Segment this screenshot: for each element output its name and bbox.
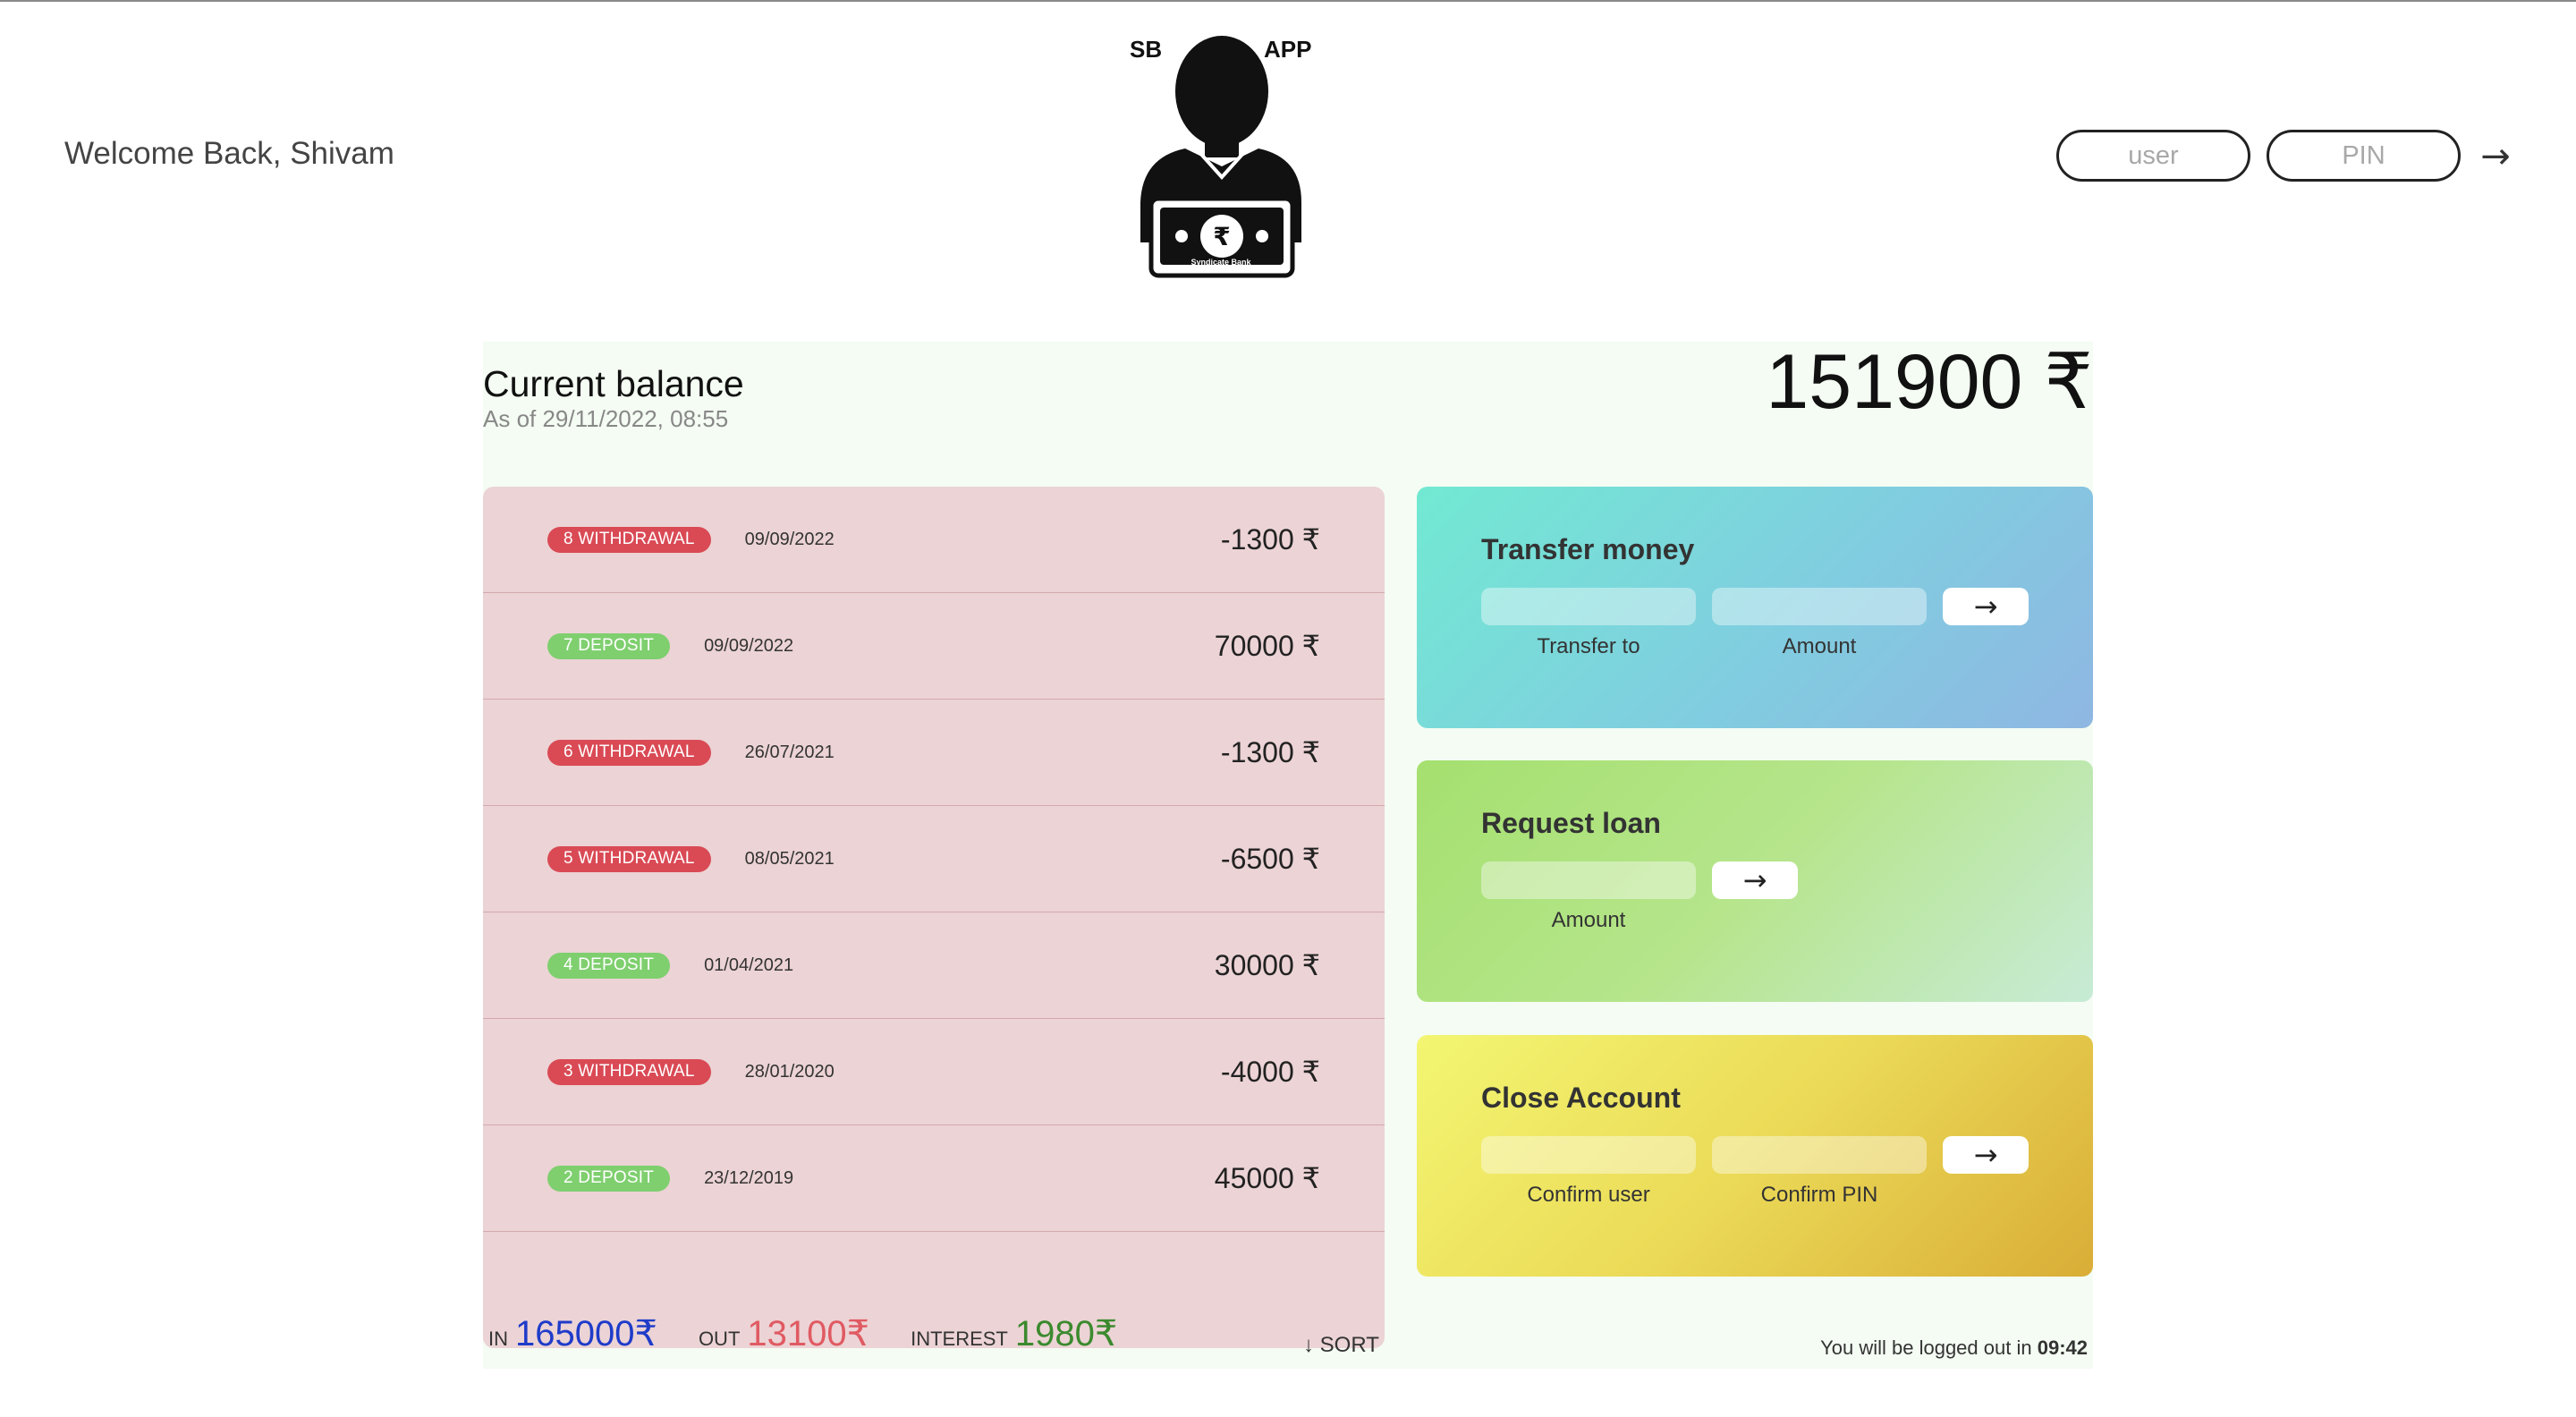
logout-timer-value: 09:42 — [2037, 1336, 2088, 1359]
movement-type-badge: 3 WITHDRAWAL — [547, 1058, 711, 1085]
close-pin-label: Confirm PIN — [1760, 1183, 1878, 1207]
movement-value: -1300 ₹ — [1220, 736, 1320, 768]
logo-text-sb: SB — [1130, 36, 1163, 63]
movement-row: 4 DEPOSIT 01/04/2021 30000 ₹ — [483, 912, 1385, 1019]
movement-date: 28/01/2020 — [744, 1061, 835, 1082]
login-pin-input[interactable] — [2267, 130, 2461, 182]
operation-transfer: Transfer money Transfer to Amount → — [1417, 487, 2093, 728]
movement-row: 5 WITHDRAWAL 08/05/2021 -6500 ₹ — [483, 806, 1385, 912]
movement-value: 70000 ₹ — [1214, 630, 1320, 662]
transfer-to-input[interactable] — [1481, 588, 1696, 625]
transfer-submit-button[interactable]: → — [1943, 588, 2029, 625]
movement-row: 7 DEPOSIT 09/09/2022 70000 ₹ — [483, 593, 1385, 700]
summary-out-value: 13100₹ — [747, 1314, 870, 1353]
movement-type-badge: 7 DEPOSIT — [547, 632, 671, 659]
movement-date: 23/12/2019 — [704, 1167, 794, 1188]
summary-in-label: In — [488, 1328, 508, 1350]
summary-in-value: 165000₹ — [515, 1314, 657, 1353]
movement-date: 26/07/2021 — [744, 742, 835, 762]
banker-with-rupee-note-icon: ₹ — [1140, 36, 1301, 278]
close-form: Confirm user Confirm PIN → — [1481, 1136, 2029, 1208]
movement-date: 09/09/2022 — [744, 529, 835, 549]
movement-type-badge: 2 DEPOSIT — [547, 1165, 671, 1192]
movement-row: 3 WITHDRAWAL 28/01/2020 -4000 ₹ — [483, 1019, 1385, 1125]
transfer-amount-input[interactable] — [1712, 588, 1927, 625]
login-user-input[interactable] — [2056, 130, 2250, 182]
movement-type-badge: 6 WITHDRAWAL — [547, 739, 711, 766]
loan-submit-button[interactable]: → — [1712, 861, 1798, 899]
logo-bank-name: Syndicate Bank — [1191, 258, 1251, 267]
balance-label: Current balance As of 29/11/2022, 08:55 — [483, 363, 744, 433]
movement-value: -4000 ₹ — [1220, 1056, 1320, 1088]
movement-type-badge: 5 WITHDRAWAL — [547, 845, 711, 872]
svg-text:₹: ₹ — [1213, 222, 1230, 251]
movement-date: 08/05/2021 — [744, 848, 835, 869]
movement-value: -6500 ₹ — [1220, 843, 1320, 875]
close-user-input[interactable] — [1481, 1136, 1696, 1174]
login-button[interactable]: → — [2473, 134, 2518, 179]
logout-timer: You will be logged out in 09:42 — [1820, 1336, 2088, 1360]
sort-button[interactable]: ↓ SORT — [1303, 1333, 1379, 1358]
transfer-title: Transfer money — [1481, 533, 1695, 565]
logo-text-app: APP — [1264, 36, 1312, 63]
transfer-form: Transfer to Amount → — [1481, 588, 2029, 659]
movement-type-badge: 4 DEPOSIT — [547, 952, 671, 979]
loan-amount-input[interactable] — [1481, 861, 1696, 899]
movements-list[interactable]: 8 WITHDRAWAL 09/09/2022 -1300 ₹ 7 DEPOSIT 09… — [483, 487, 1385, 1348]
close-submit-button[interactable]: → — [1943, 1136, 2029, 1174]
close-pin-input[interactable] — [1712, 1136, 1927, 1174]
operation-close: Close Account Confirm user Confirm PIN → — [1417, 1035, 2093, 1277]
balance-title: Current balance — [483, 363, 744, 404]
transfer-amount-label: Amount — [1782, 634, 1857, 658]
close-user-label: Confirm user — [1527, 1183, 1650, 1207]
summary-interest-label: Interest — [911, 1328, 1008, 1350]
summary: In 165000₹ Out 13100₹ Interest 1980₹ — [488, 1313, 1158, 1354]
loan-amount-label: Amount — [1551, 908, 1626, 932]
movement-type-badge: 8 WITHDRAWAL — [547, 526, 711, 553]
movement-date: 01/04/2021 — [704, 955, 794, 975]
loan-title: Request loan — [1481, 807, 1661, 839]
movement-row: 6 WITHDRAWAL 26/07/2021 -1300 ₹ — [483, 700, 1385, 806]
movement-row: 8 WITHDRAWAL 09/09/2022 -1300 ₹ — [483, 487, 1385, 593]
balance-date: As of 29/11/2022, 08:55 — [483, 405, 729, 432]
balance-value: 151900 ₹ — [1766, 339, 2093, 425]
movement-value: -1300 ₹ — [1220, 523, 1320, 556]
operation-loan: Request loan Amount → — [1417, 760, 2093, 1002]
summary-out-label: Out — [698, 1328, 741, 1350]
movement-value: 45000 ₹ — [1214, 1162, 1320, 1194]
summary-interest-value: 1980₹ — [1014, 1314, 1118, 1353]
transfer-to-label: Transfer to — [1537, 634, 1640, 658]
welcome-message: Welcome Back, Shivam — [64, 136, 394, 171]
movement-value: 30000 ₹ — [1214, 949, 1320, 981]
logout-text: You will be logged out in — [1820, 1336, 2032, 1359]
loan-form: Amount → — [1481, 861, 2029, 933]
movement-date: 09/09/2022 — [704, 635, 794, 656]
app-logo: ₹ SB APP Syndicate Bank — [1123, 32, 1319, 283]
movement-row: 2 DEPOSIT 23/12/2019 45000 ₹ — [483, 1125, 1385, 1232]
app-main: Current balance As of 29/11/2022, 08:55 … — [483, 342, 2093, 1369]
close-title: Close Account — [1481, 1082, 1681, 1114]
